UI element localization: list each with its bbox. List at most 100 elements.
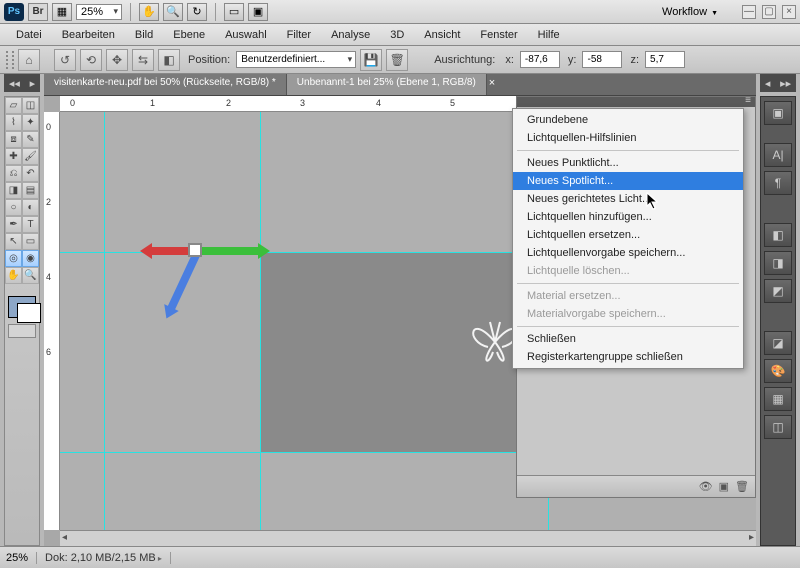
panel-channels-icon[interactable]: ◨ [764, 251, 792, 275]
menu-bearbeiten[interactable]: Bearbeiten [52, 26, 125, 44]
3d-axis-gizmo[interactable] [140, 207, 280, 327]
panel-styles-icon[interactable]: ◫ [764, 415, 792, 439]
panel-paths-icon[interactable]: ◩ [764, 279, 792, 303]
app-ps-icon[interactable]: Ps [4, 3, 24, 21]
menu-registerkartengruppe-schliessen[interactable]: Registerkartengruppe schließen [513, 348, 743, 366]
rotate-view-icon[interactable]: ↻ [187, 3, 207, 21]
status-zoom[interactable]: 25% [6, 552, 37, 564]
menu-neues-punktlicht[interactable]: Neues Punktlicht... [513, 154, 743, 172]
3d-orbit-icon[interactable]: ↺ [54, 49, 76, 71]
menu-neues-gerichtetes-licht[interactable]: Neues gerichtetes Licht... [513, 190, 743, 208]
tab-visitenkarte[interactable]: visitenkarte-neu.pdf bei 50% (Rückseite,… [44, 74, 287, 95]
shape-tool[interactable]: ▭ [22, 233, 39, 250]
hand-tool[interactable]: ✋ [5, 267, 22, 284]
layout-icon[interactable]: ▦ [52, 3, 72, 21]
hand-tool-icon[interactable]: ✋ [139, 3, 159, 21]
x-label: x: [501, 54, 516, 66]
maximize-button[interactable]: ▢ [762, 5, 776, 19]
panel-layers-icon[interactable]: ◧ [764, 223, 792, 247]
menu-analyse[interactable]: Analyse [321, 26, 380, 44]
3d-walk-icon[interactable]: ⇆ [132, 49, 154, 71]
dodge-tool[interactable]: ◐ [22, 199, 39, 216]
tab-unbenannt[interactable]: Unbenannt-1 bei 25% (Ebene 1, RGB/8) [287, 74, 487, 95]
color-swatch[interactable] [8, 296, 36, 318]
ruler-vertical[interactable]: 0 2 4 6 [44, 112, 60, 530]
stamp-tool[interactable]: ⎌ [5, 165, 22, 182]
gripper-icon[interactable] [6, 51, 14, 69]
eyedropper-tool[interactable]: ✎ [22, 131, 39, 148]
guide[interactable] [104, 112, 105, 530]
tab-scroll-right[interactable]: ◂▸▸ [760, 74, 796, 92]
save-pos-icon[interactable]: 💾 [360, 49, 382, 71]
quickmask-toggle[interactable] [8, 324, 36, 338]
marquee-tool[interactable]: ◫ [22, 97, 39, 114]
y-input[interactable] [582, 51, 622, 68]
blur-tool[interactable]: ○ [5, 199, 22, 216]
x-input[interactable] [520, 51, 560, 68]
gradient-tool[interactable]: ▤ [22, 182, 39, 199]
close-button[interactable]: × [782, 5, 796, 19]
new-icon[interactable]: ▣ [719, 480, 729, 493]
history-tool[interactable]: ↶ [22, 165, 39, 182]
menu-lichtquellen-hinzufuegen[interactable]: Lichtquellen hinzufügen... [513, 208, 743, 226]
pen-tool[interactable]: ✒ [5, 216, 22, 233]
app-br-icon[interactable]: Br [28, 3, 48, 21]
arrange-docs-icon[interactable]: ▭ [224, 3, 244, 21]
delete-pos-icon[interactable]: 🗑 [386, 49, 408, 71]
menu-materialvorgabe-speichern: Materialvorgabe speichern... [513, 305, 743, 323]
tab-scroll-left[interactable]: ◂◂▸ [4, 74, 40, 92]
statusbar: 25% Dok: 2,10 MB/2,15 MB [0, 546, 800, 568]
3d-pan-icon[interactable]: ✥ [106, 49, 128, 71]
heal-tool[interactable]: ✚ [5, 148, 22, 165]
wand-tool[interactable]: ✦ [22, 114, 39, 131]
position-combo[interactable]: Benutzerdefiniert... [236, 51, 356, 68]
menu-fenster[interactable]: Fenster [470, 26, 527, 44]
trash-icon[interactable]: 🗑 [735, 480, 749, 493]
crop-tool[interactable]: ⧈ [5, 131, 22, 148]
3d-rotate-tool[interactable]: ◉ [22, 250, 39, 267]
eraser-tool[interactable]: ◨ [5, 182, 22, 199]
panel-character-icon[interactable]: A| [764, 143, 792, 167]
type-tool[interactable]: T [22, 216, 39, 233]
panel-color-icon[interactable]: 🎨 [764, 359, 792, 383]
panel-history-icon[interactable]: ◪ [764, 331, 792, 355]
menu-schliessen[interactable]: Schließen [513, 330, 743, 348]
eye-icon[interactable]: 👁 [699, 480, 713, 493]
workspace-switcher[interactable]: Workflow [654, 4, 734, 20]
orient-label: Ausrichtung: [430, 54, 497, 66]
z-input[interactable] [645, 51, 685, 68]
path-tool[interactable]: ↖ [5, 233, 22, 250]
screen-mode-icon[interactable]: ▣ [248, 3, 268, 21]
menu-lichtquellenvorgabe-speichern[interactable]: Lichtquellenvorgabe speichern... [513, 244, 743, 262]
3d-camera-icon[interactable]: ⌂ [18, 49, 40, 71]
menu-3d[interactable]: 3D [380, 26, 414, 44]
panel-swatches-icon[interactable]: ▦ [764, 387, 792, 411]
zoom-tool[interactable]: 🔍 [22, 267, 39, 284]
panel-menu-icon[interactable] [517, 97, 755, 107]
menu-grundebene[interactable]: Grundebene [513, 111, 743, 129]
minimize-button[interactable]: — [742, 5, 756, 19]
menu-hilfslinien[interactable]: Lichtquellen-Hilfslinien [513, 129, 743, 147]
menu-neues-spotlicht[interactable]: Neues Spotlicht... [513, 172, 743, 190]
3d-camera-tool[interactable]: ◎ [5, 250, 22, 267]
menu-ansicht[interactable]: Ansicht [414, 26, 470, 44]
menu-filter[interactable]: Filter [277, 26, 321, 44]
zoom-combo[interactable]: 25% [76, 4, 122, 20]
menu-hilfe[interactable]: Hilfe [528, 26, 570, 44]
menu-lichtquellen-ersetzen[interactable]: Lichtquellen ersetzen... [513, 226, 743, 244]
3d-roll-icon[interactable]: ⟲ [80, 49, 102, 71]
lasso-tool[interactable]: ⌇ [5, 114, 22, 131]
titlebar: Ps Br ▦ 25% ✋ 🔍 ↻ ▭ ▣ Workflow — ▢ × [0, 0, 800, 24]
3d-zoom-icon[interactable]: ◧ [158, 49, 180, 71]
zoom-tool-icon[interactable]: 🔍 [163, 3, 183, 21]
menu-ebene[interactable]: Ebene [163, 26, 215, 44]
menu-auswahl[interactable]: Auswahl [215, 26, 277, 44]
panel-3d-icon[interactable]: ▣ [764, 101, 792, 125]
menu-bild[interactable]: Bild [125, 26, 163, 44]
panel-paragraph-icon[interactable]: ¶ [764, 171, 792, 195]
status-doc-info[interactable]: Dok: 2,10 MB/2,15 MB [45, 552, 171, 564]
menu-datei[interactable]: Datei [6, 26, 52, 44]
scrollbar-horizontal[interactable] [60, 530, 756, 546]
brush-tool[interactable]: 🖌 [22, 148, 39, 165]
move-tool[interactable]: ▱ [5, 97, 22, 114]
